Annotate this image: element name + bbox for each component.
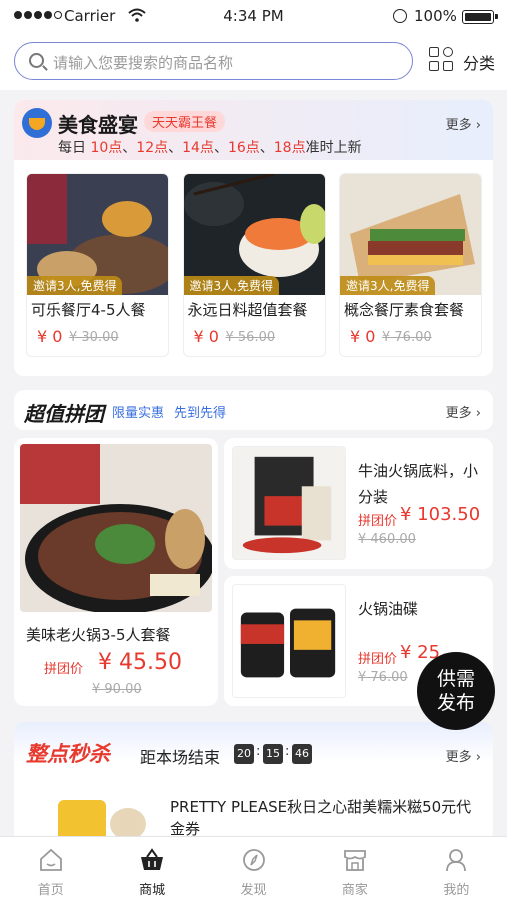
product-name: 牛油火锅底料，小分装 <box>358 462 479 506</box>
original-price: ¥ 90.00 <box>92 682 142 697</box>
tab-label: 商城 <box>139 883 166 898</box>
top-bar: 请输入您要搜索的商品名称 分类 <box>0 34 507 90</box>
publish-supply-demand-button[interactable]: 供需 发布 <box>417 652 495 730</box>
product-image <box>232 584 346 698</box>
bottom-tab-bar: 首页 商城 发现 商家 我的 <box>0 836 507 900</box>
group-buy-subtitle: 先到先得 <box>174 406 227 421</box>
tab-label: 我的 <box>443 883 470 898</box>
more-link[interactable]: 更多 › <box>446 746 481 765</box>
group-price-label: 拼团价 <box>358 514 398 529</box>
tab-home[interactable]: 首页 <box>0 837 101 900</box>
original-price: ¥ 76.00 <box>358 670 408 685</box>
product-name: 火锅油碟 <box>358 600 419 618</box>
compass-icon <box>242 849 265 871</box>
feast-logo-icon <box>22 108 52 138</box>
group-price: ¥ 103.50 <box>400 504 481 525</box>
countdown-label: 距本场结束 <box>140 748 221 767</box>
original-price: ¥ 30.00 <box>69 330 119 345</box>
group-price: ¥ 45.50 <box>98 650 182 675</box>
profile-icon <box>446 849 467 872</box>
category-grid-icon <box>429 47 455 73</box>
food-feast-header: 美食盛宴 天天霸王餐 更多 › 每日 10点、12点、14点、16点、18点准时… <box>14 100 493 160</box>
more-link[interactable]: 更多 › <box>446 114 481 133</box>
original-price: ¥ 56.00 <box>225 330 276 345</box>
section-title: 超值拼团 <box>24 402 104 426</box>
tab-label: 发现 <box>240 883 267 898</box>
group-buy-subtitle: 限量实惠 <box>112 406 165 421</box>
schedule-text: 每日 10点、12点、14点、16点、18点准时上新 <box>58 140 362 156</box>
invite-tag: 邀请3人,免费得 <box>183 276 279 295</box>
tab-mall[interactable]: 商城 <box>101 837 202 900</box>
more-link[interactable]: 更多 › <box>446 402 481 421</box>
food-feast-items: 邀请3人,免费得 可乐餐厅4-5人餐 ¥ 0 ¥ 30.00 邀请3人,免费得 … <box>26 173 482 357</box>
orientation-lock-icon <box>393 9 407 23</box>
product-name: 美味老火锅3-5人套餐 <box>26 626 171 644</box>
flash-sale-section: 整点秒杀 距本场结束 20 : 15 : 46 更多 › PRETTY PLEA… <box>14 722 493 842</box>
product-name: 可乐餐厅4-5人餐 <box>31 301 146 319</box>
product-price: ¥ 0 <box>350 327 376 346</box>
home-icon <box>39 848 62 871</box>
search-icon <box>29 53 44 68</box>
invite-tag: 邀请3人,免费得 <box>27 276 123 295</box>
tab-merchants[interactable]: 商家 <box>304 837 405 900</box>
tab-label: 商家 <box>341 883 368 898</box>
search-placeholder: 请输入您要搜索的商品名称 <box>53 54 234 72</box>
product-image <box>28 794 158 842</box>
group-buy-featured-card[interactable]: 美味老火锅3-5人套餐 拼团价 ¥ 45.50 ¥ 90.00 <box>14 438 218 706</box>
countdown-minutes: 15 <box>263 744 283 764</box>
section-title: 美食盛宴 <box>58 113 138 137</box>
food-feast-section: 美食盛宴 天天霸王餐 更多 › 每日 10点、12点、14点、16点、18点准时… <box>14 100 493 376</box>
product-card[interactable]: 邀请3人,免费得 永远日料超值套餐 ¥ 0 ¥ 56.00 <box>182 173 326 357</box>
status-bar: Carrier 4:34 PM 100% <box>0 0 507 34</box>
product-name: 永远日料超值套餐 <box>187 301 308 319</box>
store-icon <box>344 850 366 871</box>
original-price: ¥ 76.00 <box>382 330 432 345</box>
group-buy-header: 超值拼团 限量实惠 先到先得 更多 › <box>14 390 493 430</box>
product-name: 概念餐厅素食套餐 <box>344 301 465 319</box>
category-button[interactable]: 分类 <box>429 44 501 78</box>
group-buy-card[interactable]: 牛油火锅底料，小分装 拼团价 ¥ 103.50 ¥ 460.00 <box>224 438 493 569</box>
product-price: ¥ 0 <box>193 327 219 346</box>
product-card[interactable]: 邀请3人,免费得 概念餐厅素食套餐 ¥ 0 ¥ 76.00 <box>339 173 482 357</box>
flash-sale-item-name[interactable]: PRETTY PLEASE秋日之心甜美糯米糍50元代金券 <box>170 796 482 840</box>
invite-tag: 邀请3人,免费得 <box>340 276 436 295</box>
promo-badge: 天天霸王餐 <box>144 111 226 132</box>
search-input[interactable]: 请输入您要搜索的商品名称 <box>14 42 413 80</box>
countdown-seconds: 46 <box>292 744 312 764</box>
tab-discover[interactable]: 发现 <box>203 837 304 900</box>
original-price: ¥ 460.00 <box>358 532 416 547</box>
group-price-label: 拼团价 <box>358 652 398 667</box>
tab-label: 首页 <box>37 883 64 898</box>
countdown-hours: 20 <box>234 744 254 764</box>
product-card[interactable]: 邀请3人,免费得 可乐餐厅4-5人餐 ¥ 0 ¥ 30.00 <box>26 173 169 357</box>
product-image <box>232 446 346 560</box>
category-label: 分类 <box>463 54 496 73</box>
product-image <box>20 444 212 612</box>
group-price-label: 拼团价 <box>44 662 84 677</box>
battery-percent: 100% <box>414 7 457 25</box>
section-title: 整点秒杀 <box>26 742 110 766</box>
tab-profile[interactable]: 我的 <box>406 837 507 900</box>
shop-basket-icon <box>141 848 164 870</box>
product-price: ¥ 0 <box>37 327 63 346</box>
battery-icon <box>462 10 498 24</box>
